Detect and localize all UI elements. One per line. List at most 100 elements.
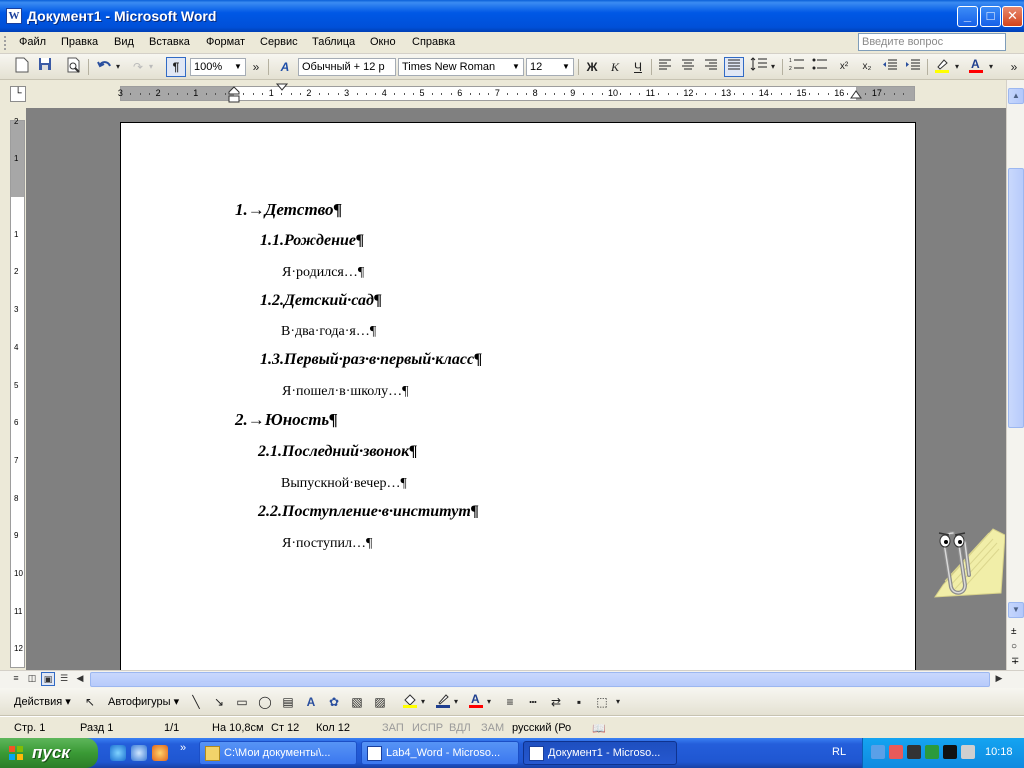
- tray-app-icon[interactable]: [961, 745, 975, 759]
- autoshapes-menu[interactable]: Автофигуры ▾: [108, 695, 179, 708]
- security-icon[interactable]: [889, 745, 903, 759]
- menu-tools[interactable]: Сервис: [260, 36, 298, 48]
- show-desktop-icon[interactable]: [131, 745, 147, 761]
- previous-page-icon[interactable]: ±: [1011, 626, 1017, 637]
- decrease-indent-icon[interactable]: [880, 57, 900, 77]
- justify-icon[interactable]: [724, 57, 744, 77]
- diagram-icon[interactable]: ✿: [324, 692, 344, 712]
- select-objects-icon[interactable]: ↖: [80, 692, 100, 712]
- heading-2[interactable]: 1.2.Детский·сад¶: [260, 292, 382, 310]
- minimize-button[interactable]: _: [957, 6, 978, 27]
- toolbar-overflow-icon[interactable]: »: [250, 57, 262, 77]
- close-button[interactable]: ✕: [1002, 6, 1023, 27]
- print-layout-view-icon[interactable]: ▣: [41, 672, 55, 686]
- drawing-overflow-icon[interactable]: ▾: [612, 692, 624, 712]
- menu-file[interactable]: Файл: [19, 36, 46, 48]
- bullets-icon[interactable]: [810, 57, 830, 77]
- menu-grip[interactable]: [4, 36, 7, 50]
- zoom-select[interactable]: 100% ▼: [190, 58, 246, 76]
- line-color-icon[interactable]: [433, 692, 453, 712]
- antivirus-icon[interactable]: [925, 745, 939, 759]
- body-paragraph[interactable]: Выпускной·вечер…¶: [281, 476, 407, 492]
- redo-icon[interactable]: ↷: [128, 57, 148, 77]
- font-select[interactable]: Times New Roman ▼: [398, 58, 524, 76]
- align-center-icon[interactable]: [678, 57, 698, 77]
- fill-color-dropdown-icon[interactable]: ▾: [418, 692, 428, 712]
- taskbar-item[interactable]: C:\Мои документы\...: [199, 741, 357, 765]
- show-formatting-marks-icon[interactable]: ¶: [166, 57, 186, 77]
- subscript-icon[interactable]: x₂: [857, 57, 877, 77]
- normal-view-icon[interactable]: ≡: [9, 672, 23, 686]
- fill-color-icon[interactable]: [400, 692, 420, 712]
- start-button[interactable]: пуск: [0, 738, 98, 768]
- actions-menu[interactable]: Действия ▾: [14, 695, 71, 708]
- indent-markers-icon[interactable]: [228, 84, 240, 104]
- wordart-icon[interactable]: A: [301, 692, 321, 712]
- arrow-tool-icon[interactable]: ↘: [209, 692, 229, 712]
- text-box-icon[interactable]: ▤: [278, 692, 298, 712]
- volume-icon[interactable]: [907, 745, 921, 759]
- taskbar-item[interactable]: Lab4_Word - Microso...: [361, 741, 519, 765]
- document-area[interactable]: 1.→Детство¶ 1.1.Рождение¶ Я·родился…¶ 1.…: [26, 108, 1006, 670]
- font-color-icon[interactable]: A: [966, 57, 986, 77]
- horizontal-scrollbar[interactable]: ≡ ◫ ▣ ☰ ◀ ▶: [0, 670, 1024, 688]
- first-line-indent-icon[interactable]: [276, 83, 288, 91]
- menu-table[interactable]: Таблица: [312, 36, 355, 48]
- oval-tool-icon[interactable]: ◯: [255, 692, 275, 712]
- undo-dropdown-icon[interactable]: ▾: [113, 57, 123, 77]
- menu-edit[interactable]: Правка: [61, 36, 98, 48]
- line-color-dropdown-icon[interactable]: ▾: [451, 692, 461, 712]
- scroll-left-icon[interactable]: ◀: [73, 672, 87, 686]
- spelling-status-icon[interactable]: 📖: [592, 722, 606, 735]
- undo-icon[interactable]: [95, 57, 115, 77]
- help-question-input[interactable]: Введите вопрос: [858, 33, 1006, 51]
- maximize-button[interactable]: □: [980, 6, 1001, 27]
- underline-button[interactable]: Ч: [628, 57, 648, 77]
- numbering-icon[interactable]: 12: [787, 57, 807, 77]
- line-style-icon[interactable]: ≡: [500, 692, 520, 712]
- bug-icon[interactable]: [943, 745, 957, 759]
- menu-format[interactable]: Формат: [206, 36, 245, 48]
- rectangle-tool-icon[interactable]: ▭: [232, 692, 252, 712]
- body-paragraph[interactable]: Я·родился…¶: [282, 265, 364, 281]
- line-spacing-icon[interactable]: [749, 57, 769, 77]
- heading-2[interactable]: 2.2.Поступление·в·институт¶: [258, 503, 479, 521]
- heading-1[interactable]: 1.→Детство¶: [235, 200, 342, 220]
- print-preview-icon[interactable]: [64, 57, 84, 77]
- body-paragraph[interactable]: Я·поступил…¶: [282, 536, 372, 552]
- highlight-icon[interactable]: [932, 57, 952, 77]
- heading-2[interactable]: 1.3.Первый·раз·в·первый·класс¶: [260, 351, 482, 369]
- superscript-icon[interactable]: x²: [834, 57, 854, 77]
- document-page[interactable]: 1.→Детство¶ 1.1.Рождение¶ Я·родился…¶ 1.…: [120, 122, 916, 670]
- media-player-icon[interactable]: [152, 745, 168, 761]
- heading-1[interactable]: 2.→Юность¶: [235, 410, 338, 430]
- clock[interactable]: 10:18: [985, 746, 1013, 758]
- highlight-dropdown-icon[interactable]: ▾: [952, 57, 962, 77]
- office-assistant-icon[interactable]: [915, 515, 1005, 605]
- font-size-select[interactable]: 12 ▼: [526, 58, 574, 76]
- menu-window[interactable]: Окно: [370, 36, 396, 48]
- status-overtype[interactable]: ЗАМ: [481, 722, 504, 734]
- line-spacing-dropdown-icon[interactable]: ▾: [768, 57, 778, 77]
- new-document-icon[interactable]: [12, 57, 32, 77]
- arrow-style-icon[interactable]: ⇄: [546, 692, 566, 712]
- quick-launch-overflow-icon[interactable]: »: [180, 742, 186, 754]
- taskbar-item-active[interactable]: Документ1 - Microso...: [523, 741, 677, 765]
- style-select[interactable]: Обычный + 12 р: [298, 58, 396, 76]
- clipart-icon[interactable]: ▧: [347, 692, 367, 712]
- web-view-icon[interactable]: ◫: [25, 672, 39, 686]
- save-icon[interactable]: [35, 57, 55, 77]
- status-track-changes[interactable]: ИСПР: [412, 722, 443, 734]
- next-page-icon[interactable]: ∓: [1011, 656, 1019, 667]
- status-extend[interactable]: ВДЛ: [449, 722, 471, 734]
- scroll-up-icon[interactable]: ▲: [1008, 88, 1024, 104]
- vertical-scrollbar[interactable]: ▲ ▼ ± ○ ∓: [1006, 80, 1024, 670]
- align-right-icon[interactable]: [701, 57, 721, 77]
- select-browse-object-icon[interactable]: ○: [1011, 641, 1017, 652]
- horizontal-scroll-thumb[interactable]: [90, 672, 990, 687]
- font-color-dropdown-icon[interactable]: ▾: [986, 57, 996, 77]
- bold-button[interactable]: Ж: [582, 57, 602, 77]
- line-tool-icon[interactable]: ╲: [186, 692, 206, 712]
- body-paragraph[interactable]: Я·пошел·в·школу…¶: [282, 384, 408, 400]
- right-indent-icon[interactable]: [850, 89, 862, 99]
